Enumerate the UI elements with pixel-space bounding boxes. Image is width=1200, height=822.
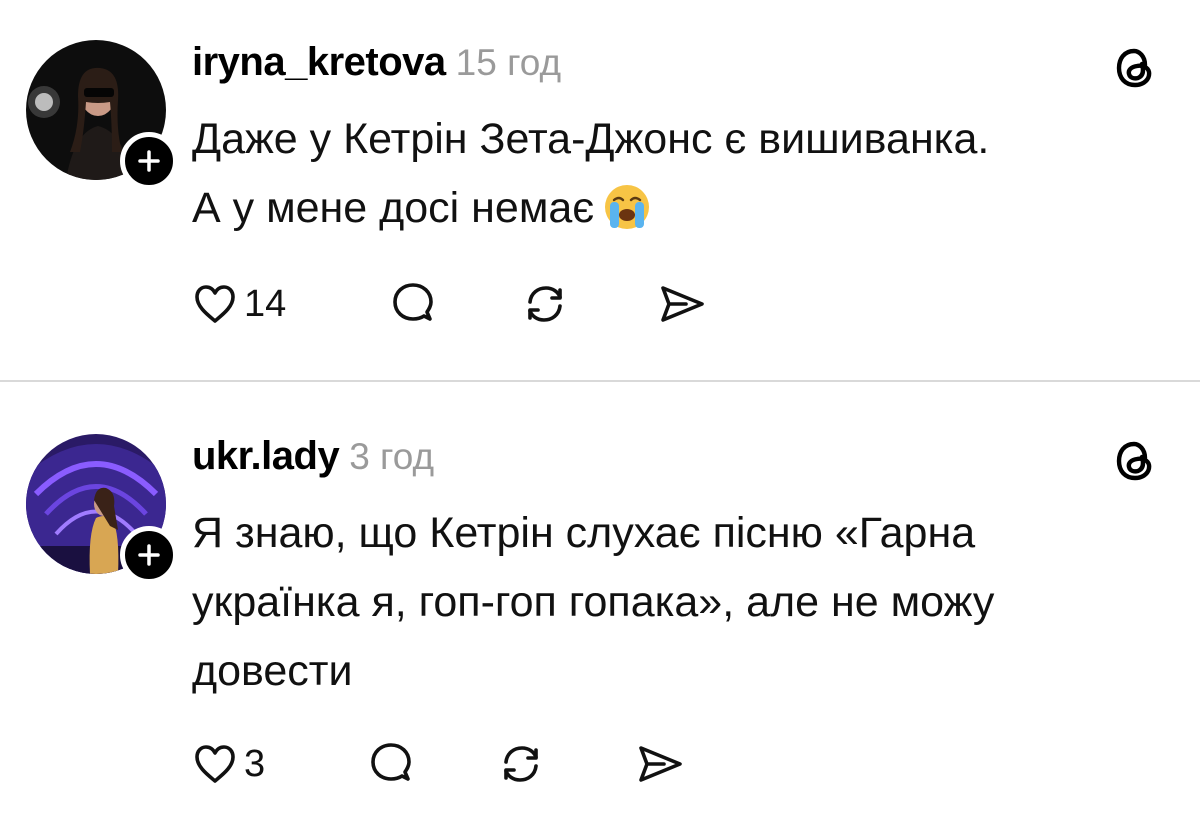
avatar-container[interactable] (26, 434, 178, 584)
post-text-line: Я знаю, що Кетрін слухає пісню «Гарна (192, 509, 976, 557)
share-button[interactable] (656, 276, 708, 332)
repost-button[interactable] (520, 276, 570, 332)
post-header: iryna_kretova 15 год (192, 40, 561, 85)
plus-icon (138, 150, 160, 172)
post-timestamp: 15 год (455, 42, 562, 83)
threads-logo-icon[interactable] (1112, 438, 1158, 484)
username-link[interactable]: iryna_kretova (192, 40, 446, 84)
post-text-line-with-emoji: А у мене досі немає (192, 174, 1182, 243)
repost-arrows-icon (528, 286, 562, 322)
threads-logo-icon[interactable] (1112, 45, 1158, 91)
post-text-line: Даже у Кетрін Зета-Джонс є вишиванка. (192, 115, 990, 163)
post-text-line: довести (192, 647, 353, 695)
follow-button[interactable] (120, 526, 178, 584)
avatar-container[interactable] (26, 40, 178, 190)
post-timestamp: 3 год (349, 436, 435, 477)
username-link[interactable]: ukr.lady (192, 434, 340, 478)
repost-arrows-icon (504, 746, 538, 782)
like-button[interactable]: 3 (192, 736, 265, 792)
send-arrow-icon (639, 746, 682, 782)
follow-button[interactable] (120, 132, 178, 190)
like-button[interactable]: 14 (192, 276, 286, 332)
share-button[interactable] (634, 736, 686, 792)
plus-icon (138, 544, 160, 566)
reply-button[interactable] (366, 736, 416, 792)
post-header: ukr.lady 3 год (192, 434, 434, 479)
post-text-line: українка я, гоп-гоп гопака», але не можу (192, 578, 995, 626)
post-text: Даже у Кетрін Зета-Джонс є вишиванка. А … (192, 105, 1182, 243)
thread-post: ukr.lady 3 год Я знаю, що Кетрін слухає п… (0, 382, 1200, 822)
like-count: 3 (244, 742, 266, 785)
speech-bubble-icon (393, 283, 433, 321)
speech-bubble-icon (371, 743, 411, 781)
post-text-line: А у мене досі немає (192, 184, 595, 232)
thread-post: iryna_kretova 15 год Даже у Кетрін Зета-Д… (0, 0, 1200, 380)
heart-outline-icon (195, 745, 235, 783)
send-arrow-icon (661, 286, 704, 322)
post-text: Я знаю, що Кетрін слухає пісню «Гарна ук… (192, 499, 1182, 706)
repost-button[interactable] (496, 736, 546, 792)
reply-button[interactable] (388, 276, 438, 332)
loudly-crying-face-icon (605, 184, 650, 229)
like-count: 14 (244, 282, 287, 325)
heart-outline-icon (195, 285, 235, 323)
